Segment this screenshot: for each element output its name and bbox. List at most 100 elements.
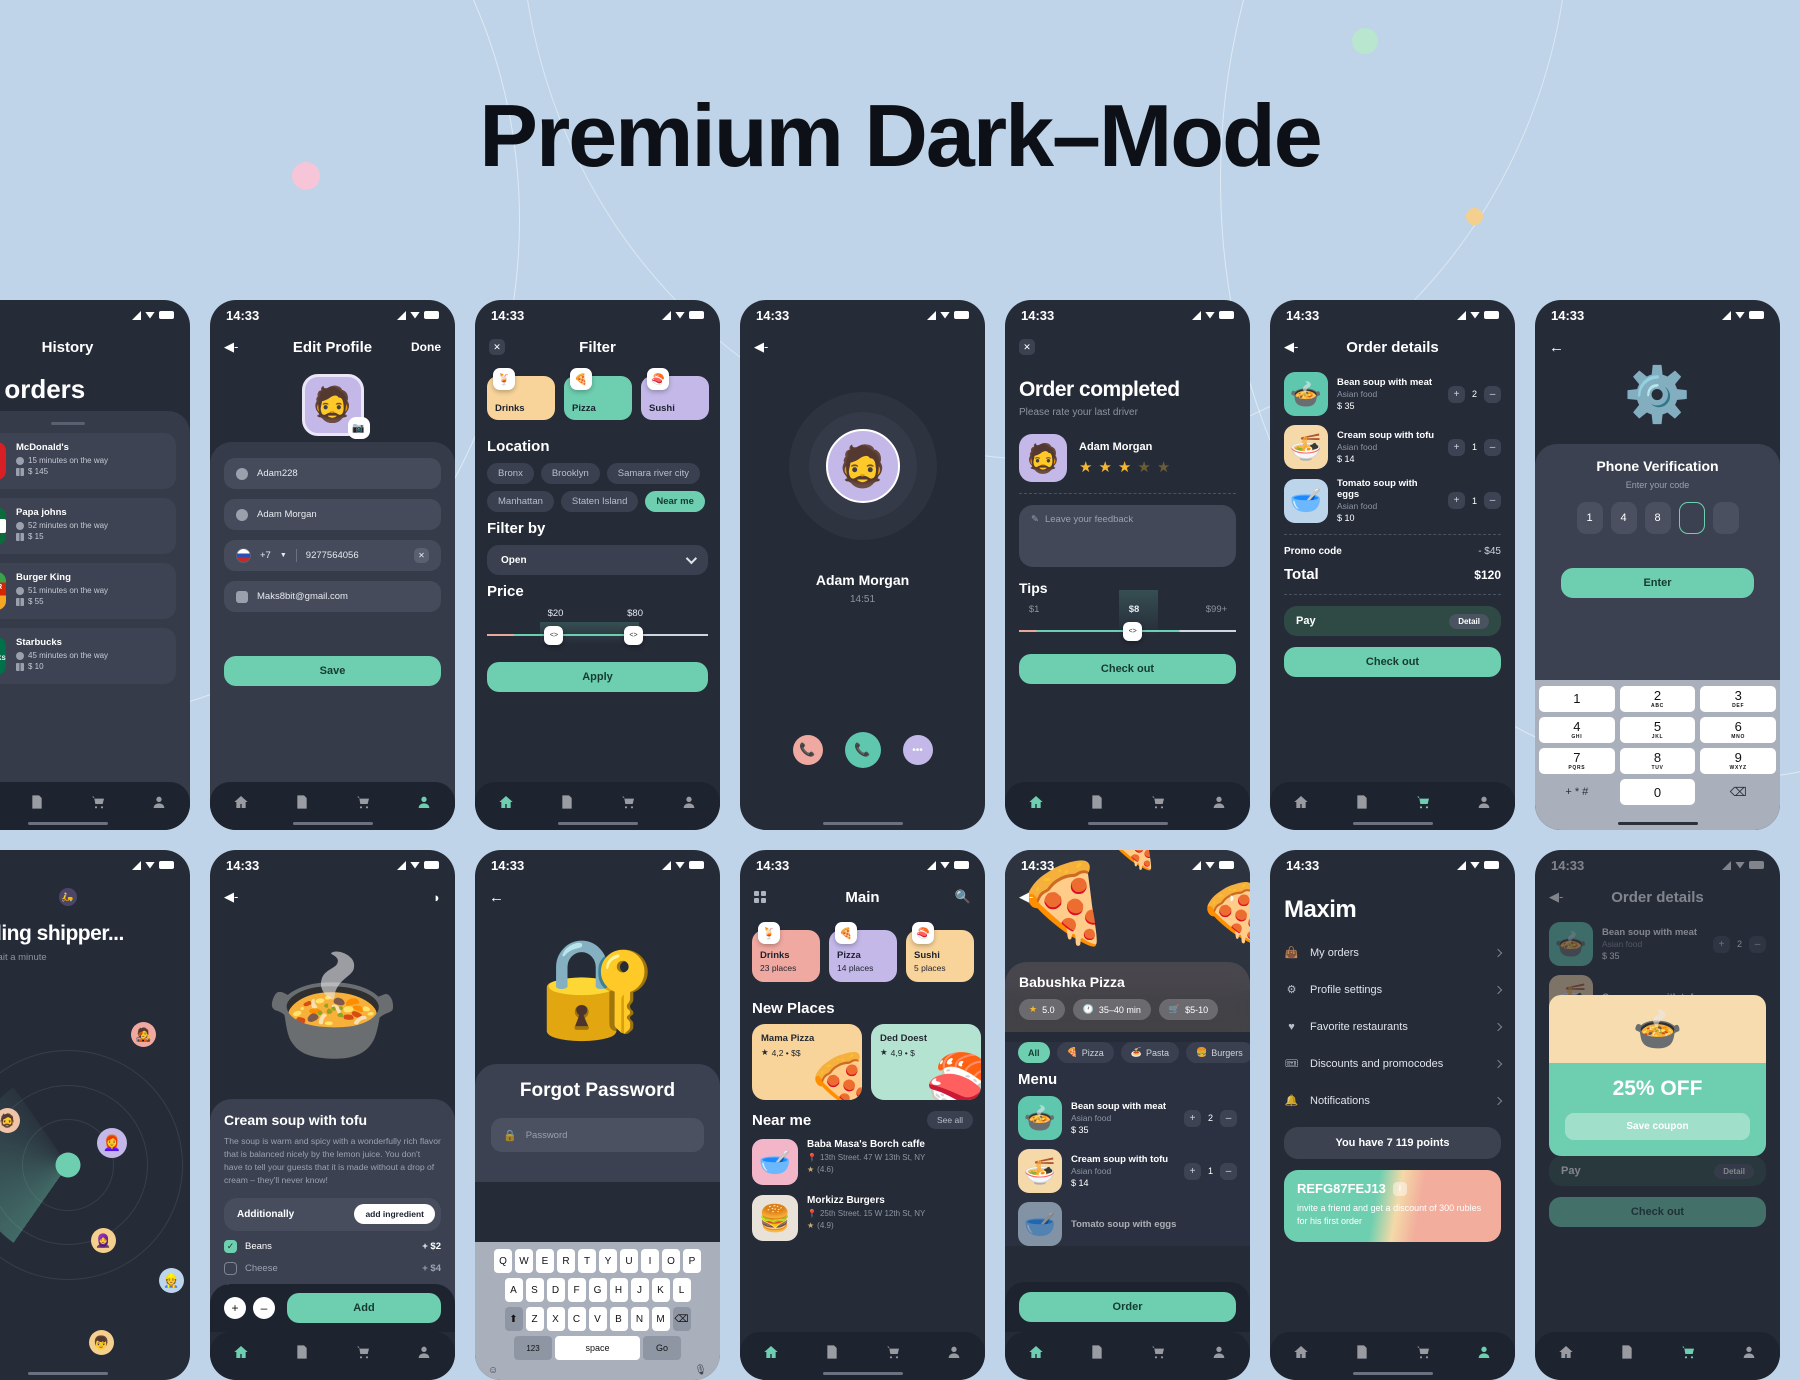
- phone-field[interactable]: +7 ▼ 9277564056 ✕: [224, 540, 441, 571]
- order-list-item[interactable]: M McDonald's 15 minutes on the way $ 145: [0, 433, 176, 489]
- key-g[interactable]: G: [588, 1278, 607, 1302]
- username-field[interactable]: Adam228: [224, 458, 441, 489]
- back-icon[interactable]: ◀-: [754, 339, 768, 355]
- place-card[interactable]: Ded Doest ★ 4,9 • $ 🍣: [871, 1024, 981, 1100]
- price-slider[interactable]: $20 $80 <> <>: [487, 608, 708, 650]
- slider-knob-tip[interactable]: <>: [1123, 622, 1143, 641]
- decline-call-icon[interactable]: 📞: [792, 735, 823, 765]
- go-key[interactable]: Go: [643, 1336, 681, 1360]
- key-j[interactable]: J: [630, 1278, 649, 1302]
- emoji-key-icon[interactable]: ☺: [488, 1365, 498, 1376]
- back-icon[interactable]: ◀-: [224, 889, 238, 905]
- increase-button[interactable]: +: [1183, 1162, 1201, 1180]
- tab-orders-icon[interactable]: [294, 794, 310, 810]
- key-i[interactable]: I: [641, 1249, 659, 1273]
- tab-cart-icon[interactable]: [1415, 1344, 1431, 1360]
- keypad-key-4[interactable]: 4 GHI: [1539, 717, 1615, 743]
- key-u[interactable]: U: [620, 1249, 638, 1273]
- fullname-field[interactable]: Adam Morgan: [224, 499, 441, 530]
- near-place-row[interactable]: 🥣 Baba Masa's Borch caffe 📍 13th Street. …: [752, 1139, 973, 1185]
- tab-orders-icon[interactable]: [294, 1344, 310, 1360]
- tab-orders-icon[interactable]: [1354, 1344, 1370, 1360]
- tab-profile-icon[interactable]: [1476, 1344, 1492, 1360]
- key-e[interactable]: E: [536, 1249, 554, 1273]
- decrease-button[interactable]: –: [1484, 492, 1501, 509]
- done-button[interactable]: Done: [411, 340, 441, 354]
- space-key[interactable]: space: [555, 1336, 640, 1360]
- code-box-2[interactable]: 4: [1610, 502, 1637, 534]
- tab-home-icon[interactable]: [1293, 1344, 1309, 1360]
- tab-profile-icon[interactable]: [1211, 1344, 1227, 1360]
- ingredient-row[interactable]: Cheese + $4: [224, 1261, 441, 1275]
- checkbox-icon[interactable]: [224, 1261, 237, 1275]
- increase-button[interactable]: +: [1447, 492, 1465, 509]
- tab-profile-icon[interactable]: [151, 794, 167, 810]
- checkbox-checked-icon[interactable]: ✓: [224, 1239, 237, 1253]
- tab-profile-icon[interactable]: [681, 794, 697, 810]
- menu-item-notifications[interactable]: 🔔 Notifications: [1284, 1082, 1503, 1119]
- tab-cart-icon[interactable]: [620, 794, 636, 810]
- tab-profile-icon[interactable]: [1476, 794, 1492, 810]
- key-p[interactable]: P: [683, 1249, 701, 1273]
- key-t[interactable]: T: [578, 1249, 596, 1273]
- star-1[interactable]: ★: [1079, 458, 1092, 476]
- tab-profile-icon[interactable]: [946, 1344, 962, 1360]
- key-h[interactable]: H: [609, 1278, 628, 1302]
- order-list-item[interactable]: BURGERKING Burger King 51 minutes on the…: [0, 563, 176, 619]
- slider-knob-min[interactable]: <>: [544, 626, 564, 645]
- email-field[interactable]: Maks8bit@gmail.com: [224, 581, 441, 612]
- menu-item-row[interactable]: 🥣 Tomato soup with eggs: [1018, 1202, 1237, 1246]
- menu-item-discounts[interactable]: 🎟 Discounts and promocodes: [1284, 1045, 1503, 1082]
- key-q[interactable]: Q: [494, 1249, 512, 1273]
- menu-item-my-orders[interactable]: 👜 My orders: [1284, 934, 1503, 971]
- ingredient-row[interactable]: ✓ Beans + $2: [224, 1239, 441, 1253]
- tab-orders-icon[interactable]: [1089, 1344, 1105, 1360]
- slider-knob-max[interactable]: <>: [624, 626, 644, 645]
- add-ingredient-button[interactable]: add ingredient: [354, 1204, 435, 1225]
- star-5[interactable]: ★: [1157, 458, 1170, 476]
- key-m[interactable]: M: [651, 1307, 670, 1331]
- numeric-key[interactable]: 123: [514, 1336, 552, 1360]
- location-chip-staten-island[interactable]: Staten Island: [560, 491, 639, 512]
- code-box-5[interactable]: [1712, 502, 1739, 534]
- avatar[interactable]: 🧔 📷: [301, 374, 370, 439]
- keypad-key-symbols[interactable]: + * #: [1539, 779, 1615, 805]
- key-r[interactable]: R: [557, 1249, 575, 1273]
- key-o[interactable]: O: [662, 1249, 680, 1273]
- location-chip-manhattan[interactable]: Manhattan: [487, 491, 554, 512]
- add-button[interactable]: Add: [287, 1293, 441, 1323]
- tab-orders-icon[interactable]: [559, 794, 575, 810]
- clear-icon[interactable]: ✕: [414, 548, 429, 563]
- key-l[interactable]: L: [672, 1278, 691, 1302]
- backspace-key[interactable]: ⌫: [672, 1307, 691, 1331]
- camera-icon[interactable]: 📷: [347, 417, 370, 439]
- key-y[interactable]: Y: [599, 1249, 617, 1273]
- tab-home-icon[interactable]: [233, 794, 249, 810]
- keypad-key-0[interactable]: 0: [1619, 779, 1696, 805]
- tab-home-icon[interactable]: [1028, 794, 1044, 810]
- location-chip-bronx[interactable]: Bronx: [487, 463, 534, 484]
- referral-promo-card[interactable]: REFG87FEJ13 i invite a friend and get a …: [1284, 1170, 1501, 1242]
- tab-home-icon[interactable]: [498, 794, 514, 810]
- tab-profile-icon[interactable]: [1211, 794, 1227, 810]
- shipper-pin[interactable]: 👩‍🦰: [97, 1128, 127, 1158]
- tag-burgers[interactable]: 🍔 Burgers: [1185, 1042, 1250, 1063]
- grid-menu-icon[interactable]: [754, 891, 766, 903]
- tab-cart-icon[interactable]: [1415, 794, 1431, 810]
- tips-slider[interactable]: $1 $8 $99+ <>: [1019, 590, 1236, 644]
- password-input[interactable]: 🔒 Password: [491, 1118, 704, 1152]
- info-icon[interactable]: i: [1392, 1181, 1407, 1196]
- tag-all[interactable]: All: [1018, 1042, 1050, 1063]
- key-a[interactable]: A: [504, 1278, 523, 1302]
- tab-home-icon[interactable]: [233, 1344, 249, 1360]
- keypad-key-1[interactable]: 1: [1539, 686, 1615, 712]
- code-box-3[interactable]: 8: [1644, 502, 1671, 534]
- favorite-icon[interactable]: ◗: [1228, 890, 1236, 905]
- detail-button[interactable]: Detail: [1714, 1163, 1754, 1179]
- tag-pasta[interactable]: 🍝 Pasta: [1120, 1042, 1179, 1063]
- close-icon[interactable]: ✕: [1019, 339, 1035, 355]
- location-chip-near-me[interactable]: Near me: [645, 491, 705, 512]
- place-card[interactable]: Mama Pizza ★ 4,2 • $$ 🍕: [752, 1024, 862, 1100]
- increase-button[interactable]: +: [1447, 385, 1465, 403]
- menu-item-row[interactable]: 🍜 Cream soup with tofu Asian food $ 14 +…: [1018, 1149, 1237, 1193]
